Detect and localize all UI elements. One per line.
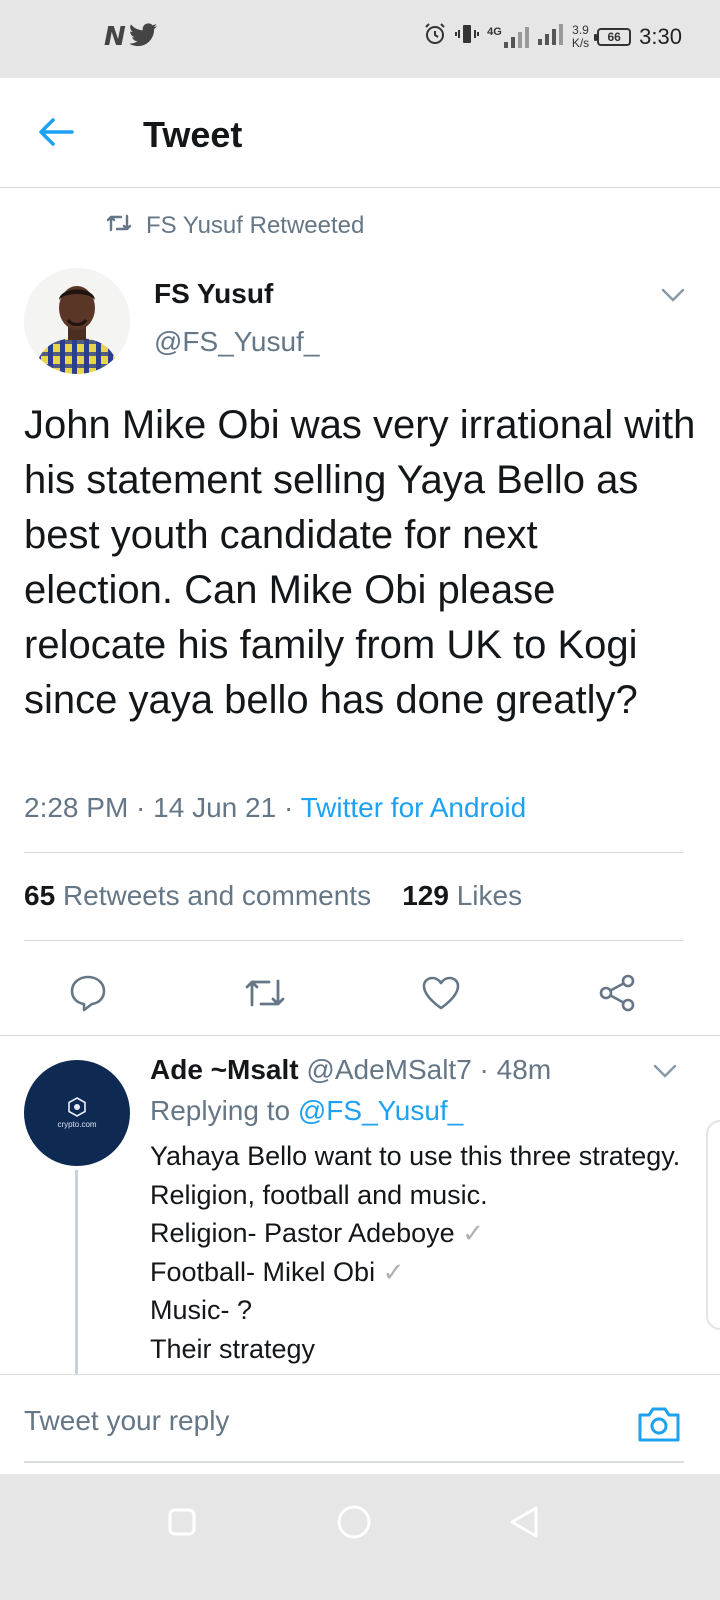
retweet-icon xyxy=(106,212,132,240)
status-bar: N 4G 3.9 K/s 66 3:30 xyxy=(0,0,720,78)
retweet-button[interactable] xyxy=(240,968,290,1018)
vibrate-icon xyxy=(455,22,480,51)
check-mark-icon: ✓ xyxy=(382,1256,405,1287)
comment-icon xyxy=(70,975,106,1012)
reply-options-button[interactable] xyxy=(650,1056,680,1086)
divider xyxy=(24,852,684,853)
twitter-bird-icon xyxy=(128,22,157,52)
author-avatar[interactable] xyxy=(24,268,130,374)
app-header: Tweet xyxy=(0,78,720,188)
tweet-meta: 2:28 PM · 14 Jun 21 · Twitter for Androi… xyxy=(24,792,526,824)
reply-text: Yahaya Bello want to use this three stra… xyxy=(150,1137,690,1368)
avatar-text: crypto.com xyxy=(57,1120,97,1129)
reply-line-football: Football- Mikel Obi ✓ xyxy=(150,1253,690,1292)
retweet-icon xyxy=(245,979,285,1007)
reply-author-handle[interactable]: @AdeMSalt7 xyxy=(306,1054,471,1085)
reply-line: Their strategy xyxy=(150,1333,316,1364)
meta-separator: · xyxy=(471,1054,497,1085)
home-button[interactable] xyxy=(334,1502,374,1542)
chevron-down-icon xyxy=(661,288,685,302)
recents-button[interactable] xyxy=(162,1502,202,1542)
triangle-back-icon xyxy=(510,1506,538,1538)
share-icon xyxy=(599,974,635,1012)
tweet-stats: 65 Retweets and comments 129 Likes xyxy=(24,880,522,912)
likes-label: Likes xyxy=(456,880,523,911)
clock: 3:30 xyxy=(639,23,682,49)
reply-line: Football- Mikel Obi xyxy=(150,1256,376,1287)
meta-separator: · xyxy=(276,792,301,823)
reply-composer xyxy=(0,1374,720,1474)
like-button[interactable] xyxy=(416,968,466,1018)
reply-line-religion: Religion- Pastor Adeboye ✓ xyxy=(150,1214,690,1253)
meta-separator: · xyxy=(128,792,154,823)
tweet-text: John Mike Obi was very irrational with h… xyxy=(24,403,696,722)
back-button[interactable] xyxy=(34,110,78,154)
crypto-logo-icon xyxy=(68,1097,86,1117)
likes-stat[interactable]: 129 Likes xyxy=(402,880,522,911)
replying-prefix: Replying to xyxy=(150,1095,291,1126)
page-title: Tweet xyxy=(143,114,243,155)
reply-line: Yahaya Bello want to use this three stra… xyxy=(150,1141,681,1210)
check-mark-icon: ✓ xyxy=(462,1218,484,1248)
square-icon xyxy=(168,1508,196,1536)
retweets-stat[interactable]: 65 Retweets and comments xyxy=(24,880,371,911)
alarm-icon xyxy=(423,22,447,51)
author-handle[interactable]: @FS_Yusuf_ xyxy=(154,326,319,358)
tweet-actions xyxy=(0,960,720,1036)
reply-age: 48m xyxy=(496,1054,552,1085)
reply-avatar[interactable]: crypto.com xyxy=(24,1060,130,1166)
tweet-options-button[interactable] xyxy=(658,280,688,310)
camera-button[interactable] xyxy=(636,1403,682,1445)
tweet-source-link[interactable]: Twitter for Android xyxy=(301,792,527,823)
author-name[interactable]: FS Yusuf xyxy=(154,278,273,310)
retweets-count: 65 xyxy=(24,880,56,911)
thread-line xyxy=(75,1170,78,1376)
status-right: 4G 3.9 K/s 66 3:30 xyxy=(423,22,682,51)
reply-button[interactable] xyxy=(63,968,113,1018)
speed-value: 3.9 xyxy=(572,22,589,37)
signal-4g-icon: 4G xyxy=(487,26,530,48)
arrow-left-icon xyxy=(39,118,74,146)
retweeted-by[interactable]: FS Yusuf Retweeted xyxy=(106,212,364,240)
battery-indicator: 66 xyxy=(594,27,632,46)
signal-icon xyxy=(537,23,564,50)
side-panel-handle[interactable] xyxy=(706,1120,720,1330)
replying-to: Replying to @FS_Yusuf_ xyxy=(150,1095,463,1127)
tweet-time: 2:28 PM xyxy=(24,792,129,823)
circle-icon xyxy=(337,1505,371,1539)
reply-header: Ade ~Msalt @AdeMSalt7 · 48m xyxy=(150,1054,551,1086)
reply-line: Music- ? xyxy=(150,1295,253,1325)
system-nav-bar xyxy=(0,1474,720,1600)
carrier-logo: N xyxy=(104,22,126,52)
avatar-photo xyxy=(24,268,130,374)
status-left: N xyxy=(104,22,157,52)
retweeted-by-label: FS Yusuf Retweeted xyxy=(146,212,365,239)
network-speed: 3.9 K/s xyxy=(571,22,590,50)
chevron-down-icon xyxy=(653,1064,677,1078)
heart-icon xyxy=(422,976,460,1010)
speed-unit: K/s xyxy=(571,35,590,50)
reply-line: Religion- Pastor Adeboye xyxy=(150,1218,455,1248)
tweet-date: 14 Jun 21 xyxy=(153,792,277,823)
retweets-label: Retweets and comments xyxy=(62,880,372,911)
back-nav-button[interactable] xyxy=(504,1502,544,1542)
replying-mention-link[interactable]: @FS_Yusuf_ xyxy=(298,1095,463,1126)
reply-author-name[interactable]: Ade ~Msalt xyxy=(150,1054,299,1085)
reply-input[interactable] xyxy=(24,1375,684,1463)
share-button[interactable] xyxy=(592,968,642,1018)
network-type: 4G xyxy=(487,25,502,38)
likes-count: 129 xyxy=(402,880,449,911)
divider xyxy=(24,940,684,941)
camera-icon xyxy=(638,1407,680,1442)
